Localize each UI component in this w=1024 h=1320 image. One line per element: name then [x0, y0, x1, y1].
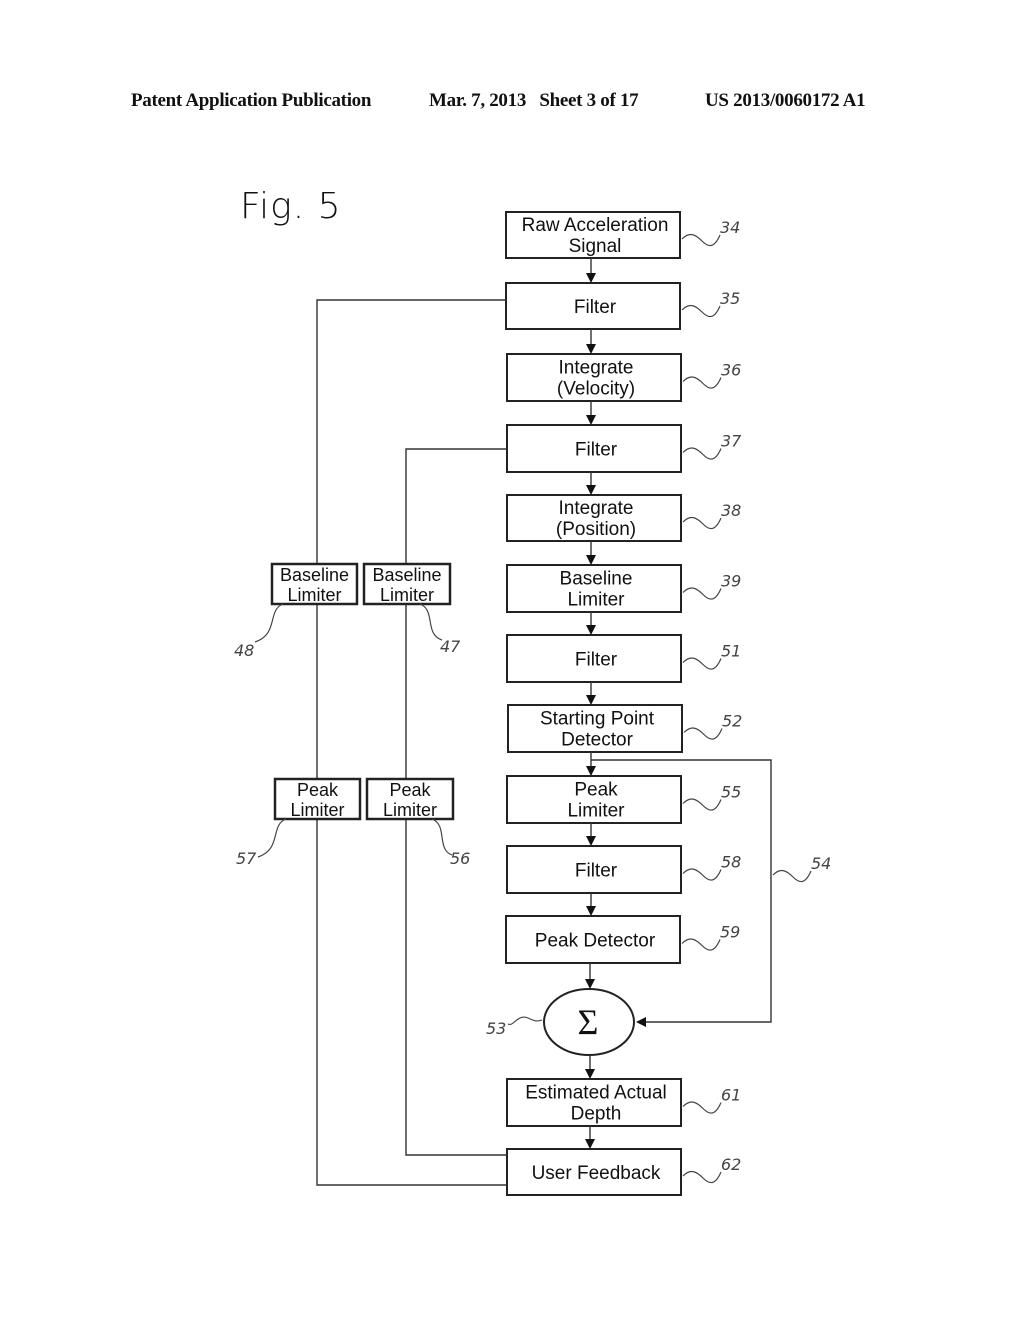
arrow-head [585, 1069, 595, 1079]
leader-line [682, 868, 722, 881]
block-label-34: Signal [569, 236, 622, 257]
side-block-label-47: Limiter [380, 585, 434, 605]
ref-48: 48 [234, 641, 254, 660]
block-label-59: Peak Detector [535, 931, 656, 952]
feedback-line-outer [316, 299, 507, 1186]
ref-47: 47 [440, 637, 461, 656]
ref-56: 56 [450, 849, 470, 868]
leader-line [682, 1101, 722, 1114]
ref-52: 52 [722, 712, 742, 731]
side-block-label-57: Limiter [290, 800, 344, 820]
leader-line [772, 869, 812, 883]
side-block-label-56: Limiter [383, 800, 437, 820]
block-label-39: Baseline [560, 569, 633, 590]
block-label-55: Limiter [567, 801, 625, 822]
block-label-35: Filter [574, 297, 617, 318]
ref-54: 54 [811, 854, 831, 873]
arrow-head [586, 344, 596, 354]
ref-38: 38 [721, 501, 741, 520]
ref-61: 61 [721, 1086, 741, 1105]
block-label-38: (Position) [556, 519, 636, 540]
block-label-62: User Feedback [532, 1163, 661, 1184]
block-label-58: Filter [575, 861, 618, 882]
arrow-head [586, 625, 596, 635]
side-block-label-48: Baseline [280, 565, 349, 585]
block-label-37: Filter [575, 440, 618, 461]
block-label-51: Filter [575, 650, 618, 671]
block-label-61: Estimated Actual [525, 1083, 667, 1104]
summer-symbol: Σ [578, 1002, 599, 1042]
leader-line [682, 798, 722, 811]
ref-34: 34 [720, 218, 740, 237]
leader-line [681, 304, 721, 318]
ref-39: 39 [721, 572, 741, 591]
block-label-34: Raw Acceleration [522, 215, 669, 236]
arrow-head [586, 485, 596, 495]
ref-51: 51 [721, 642, 741, 661]
arrow-head [586, 555, 596, 565]
arrow-head [586, 415, 596, 425]
ref-62: 62 [721, 1155, 741, 1174]
arrow-head [586, 273, 596, 283]
arrow-head [586, 906, 596, 916]
block-label-36: Integrate [559, 358, 634, 379]
ref-53: 53 [486, 1019, 506, 1038]
leader-line [507, 1016, 543, 1026]
ref-35: 35 [720, 289, 740, 308]
leader-line [257, 818, 287, 858]
block-label-55: Peak [574, 780, 618, 801]
block-label-39: Limiter [567, 590, 625, 611]
leader-line [682, 376, 722, 389]
leader-line [682, 1170, 722, 1184]
ref-57: 57 [236, 849, 257, 868]
leader-line [681, 233, 721, 247]
ref-58: 58 [721, 853, 741, 872]
arrow-head [585, 979, 595, 989]
ref-55: 55 [721, 783, 741, 802]
leader-line [682, 587, 722, 600]
ref-36: 36 [721, 361, 741, 380]
flow-diagram: Raw AccelerationSignal 34 Filter 35 Integrat… [234, 211, 831, 1196]
leader-line [681, 938, 721, 951]
block-label-61: Depth [571, 1104, 622, 1125]
ref-37: 37 [721, 432, 742, 451]
side-block-label-48: Limiter [287, 585, 341, 605]
arrow-head [586, 836, 596, 846]
leader-line [683, 727, 723, 740]
arrow-head [586, 695, 596, 705]
side-block-label-47: Baseline [372, 565, 441, 585]
leader-line [254, 603, 284, 643]
arrow-head [636, 1017, 646, 1027]
arrow-head [586, 766, 596, 776]
leader-line [682, 447, 722, 460]
block-label-52: Detector [561, 730, 633, 751]
arrow-head [585, 1139, 595, 1149]
block-label-38: Integrate [559, 498, 634, 519]
leader-line [682, 516, 722, 530]
block-label-52: Starting Point [540, 709, 655, 730]
ref-59: 59 [720, 923, 740, 942]
block-label-36: (Velocity) [557, 379, 635, 400]
leader-line [419, 603, 443, 641]
side-block-label-57: Peak [297, 780, 339, 800]
side-block-label-56: Peak [389, 780, 431, 800]
leader-line [682, 657, 722, 670]
leader-line [431, 818, 453, 856]
